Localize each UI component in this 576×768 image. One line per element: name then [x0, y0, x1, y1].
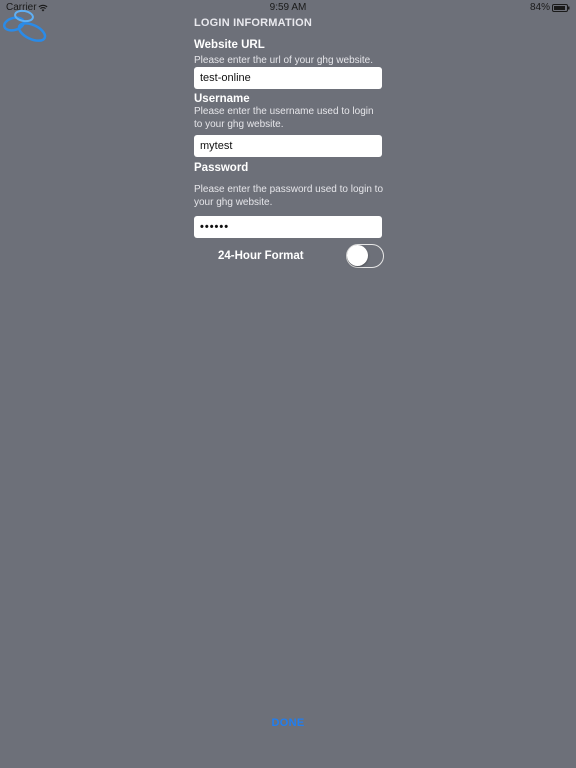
battery-percent: 84% [529, 2, 550, 13]
section-title: LOGIN INFORMATION [194, 17, 313, 29]
password-value: •••••• [200, 221, 230, 233]
time-format-toggle[interactable] [346, 244, 384, 268]
website-url-label: Website URL [194, 39, 265, 51]
password-label: Password [194, 162, 249, 174]
status-bar: Carrier 9:59 AM 84% [0, 0, 576, 16]
username-label: Username [194, 93, 250, 105]
done-button[interactable]: DONE [0, 716, 576, 730]
password-input[interactable]: •••••• [194, 216, 382, 238]
username-help: Please enter the username used to login … [194, 106, 374, 130]
toggle-knob[interactable] [347, 245, 368, 266]
username-value: mytest [200, 140, 233, 152]
website-url-help: Please enter the url of your ghg website… [194, 55, 373, 66]
website-url-input[interactable]: test-online [194, 67, 382, 89]
time-format-row: 24-Hour Format [194, 244, 384, 270]
logo-icon [2, 9, 47, 42]
battery-icon [552, 4, 570, 12]
password-help: Please enter the password used to login … [194, 184, 384, 208]
status-time: 9:59 AM [269, 2, 307, 13]
time-format-label: 24-Hour Format [218, 250, 304, 262]
website-url-value: test-online [200, 72, 251, 84]
username-input[interactable]: mytest [194, 135, 382, 157]
